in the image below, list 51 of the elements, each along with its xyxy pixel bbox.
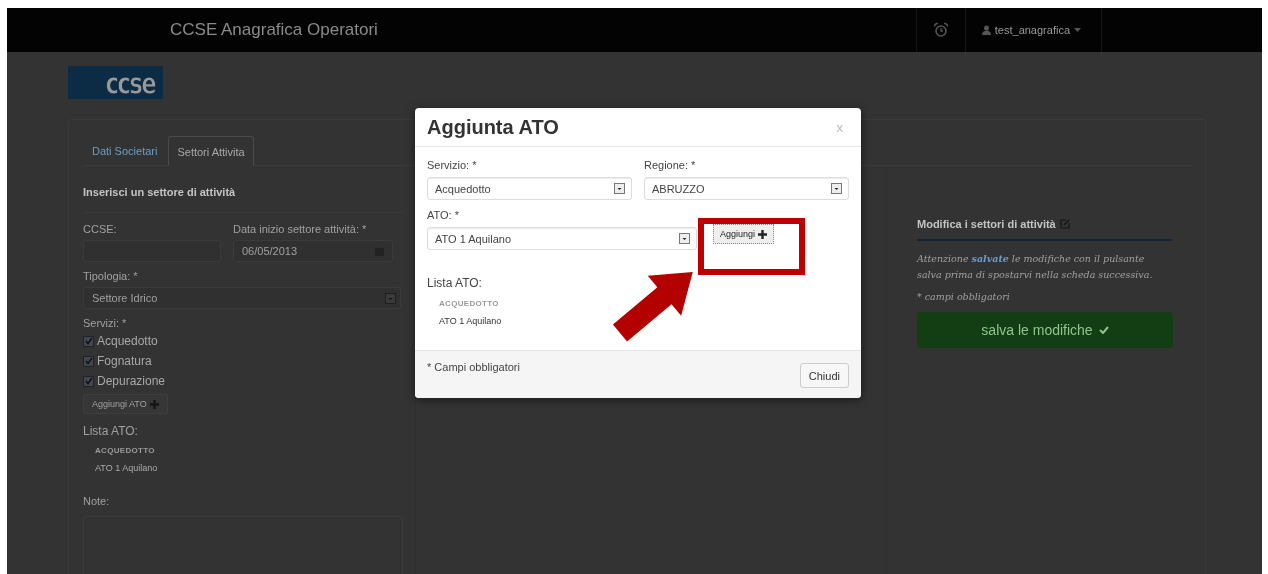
- plus-icon: [758, 229, 768, 239]
- list-group-heading: ACQUEDOTTO: [438, 299, 500, 308]
- required-note: * campi obbligatori: [917, 291, 1011, 302]
- dropdown-icon: [679, 233, 690, 244]
- alarm-clock-icon: [932, 22, 949, 38]
- date-field[interactable]: 06/05/2013: [233, 240, 393, 262]
- checkbox[interactable]: [83, 335, 94, 347]
- checkbox-label: Depurazione: [97, 374, 166, 388]
- list-label: Lista ATO:: [427, 276, 483, 290]
- list-label: Lista ATO:: [83, 424, 139, 438]
- select-field[interactable]: ABRUZZO: [644, 177, 849, 200]
- select-field[interactable]: ATO 1 Aquilano: [427, 227, 697, 250]
- required-note: * Campi obbligatori: [427, 361, 520, 375]
- list-item: ATO 1 Aquilano: [94, 463, 159, 473]
- add-ato-button[interactable]: Aggiungi ATO: [83, 394, 168, 414]
- user-menu[interactable]: test_anagrafica: [964, 8, 1102, 52]
- select-field[interactable]: Acquedotto: [427, 177, 632, 200]
- edit-icon: [1059, 219, 1070, 229]
- dropdown-icon: [614, 183, 625, 194]
- list-group-heading: ACQUEDOTTO: [94, 446, 156, 455]
- field-label: Regione: *: [644, 159, 697, 171]
- field-label: ATO: *: [427, 209, 460, 221]
- field-label: Servizio: *: [427, 159, 478, 171]
- tipologia-select[interactable]: Settore Idrico: [83, 287, 401, 309]
- tab[interactable]: Dati Societari: [83, 136, 167, 165]
- field-label: Servizi: *: [83, 317, 128, 329]
- field-label: CCSE:: [83, 223, 118, 235]
- tab[interactable]: Settori Attivita: [168, 136, 254, 166]
- logo: ccse: [68, 66, 163, 99]
- notice-text: Attenzione salvate le modifiche con il pulsante salva prima di spostarvi nella scheda successiva.: [917, 252, 1154, 282]
- checkbox-label: Fognatura: [97, 354, 152, 368]
- add-button[interactable]: Aggiungi: [713, 224, 775, 244]
- save-button[interactable]: salva le modifiche: [917, 312, 1173, 348]
- close-dialog-button[interactable]: Chiudi: [799, 363, 849, 388]
- dropdown-icon: [385, 292, 396, 304]
- field-label: Data inizio settore attività: *: [233, 223, 368, 235]
- dropdown-icon: [831, 183, 842, 194]
- section-title: Modifica i settori di attività: [917, 218, 1056, 230]
- field-label: Note:: [83, 495, 111, 507]
- list-item: ATO 1 Aquilano: [438, 316, 503, 326]
- checkbox-label: Acquedotto: [97, 334, 158, 348]
- app-title[interactable]: CCSE Anagrafica Operatori: [170, 20, 378, 40]
- section-heading: Inserisci un settore di attività: [83, 186, 403, 213]
- check-icon: [1098, 326, 1109, 334]
- checkbox[interactable]: [83, 355, 94, 367]
- user-icon: [981, 25, 991, 35]
- checkbox[interactable]: [83, 375, 94, 387]
- dialog-title: Aggiunta ATO: [427, 115, 559, 139]
- caret-icon: [1074, 28, 1081, 32]
- field-label: Tipologia: *: [83, 270, 139, 282]
- plus-icon: [149, 399, 159, 409]
